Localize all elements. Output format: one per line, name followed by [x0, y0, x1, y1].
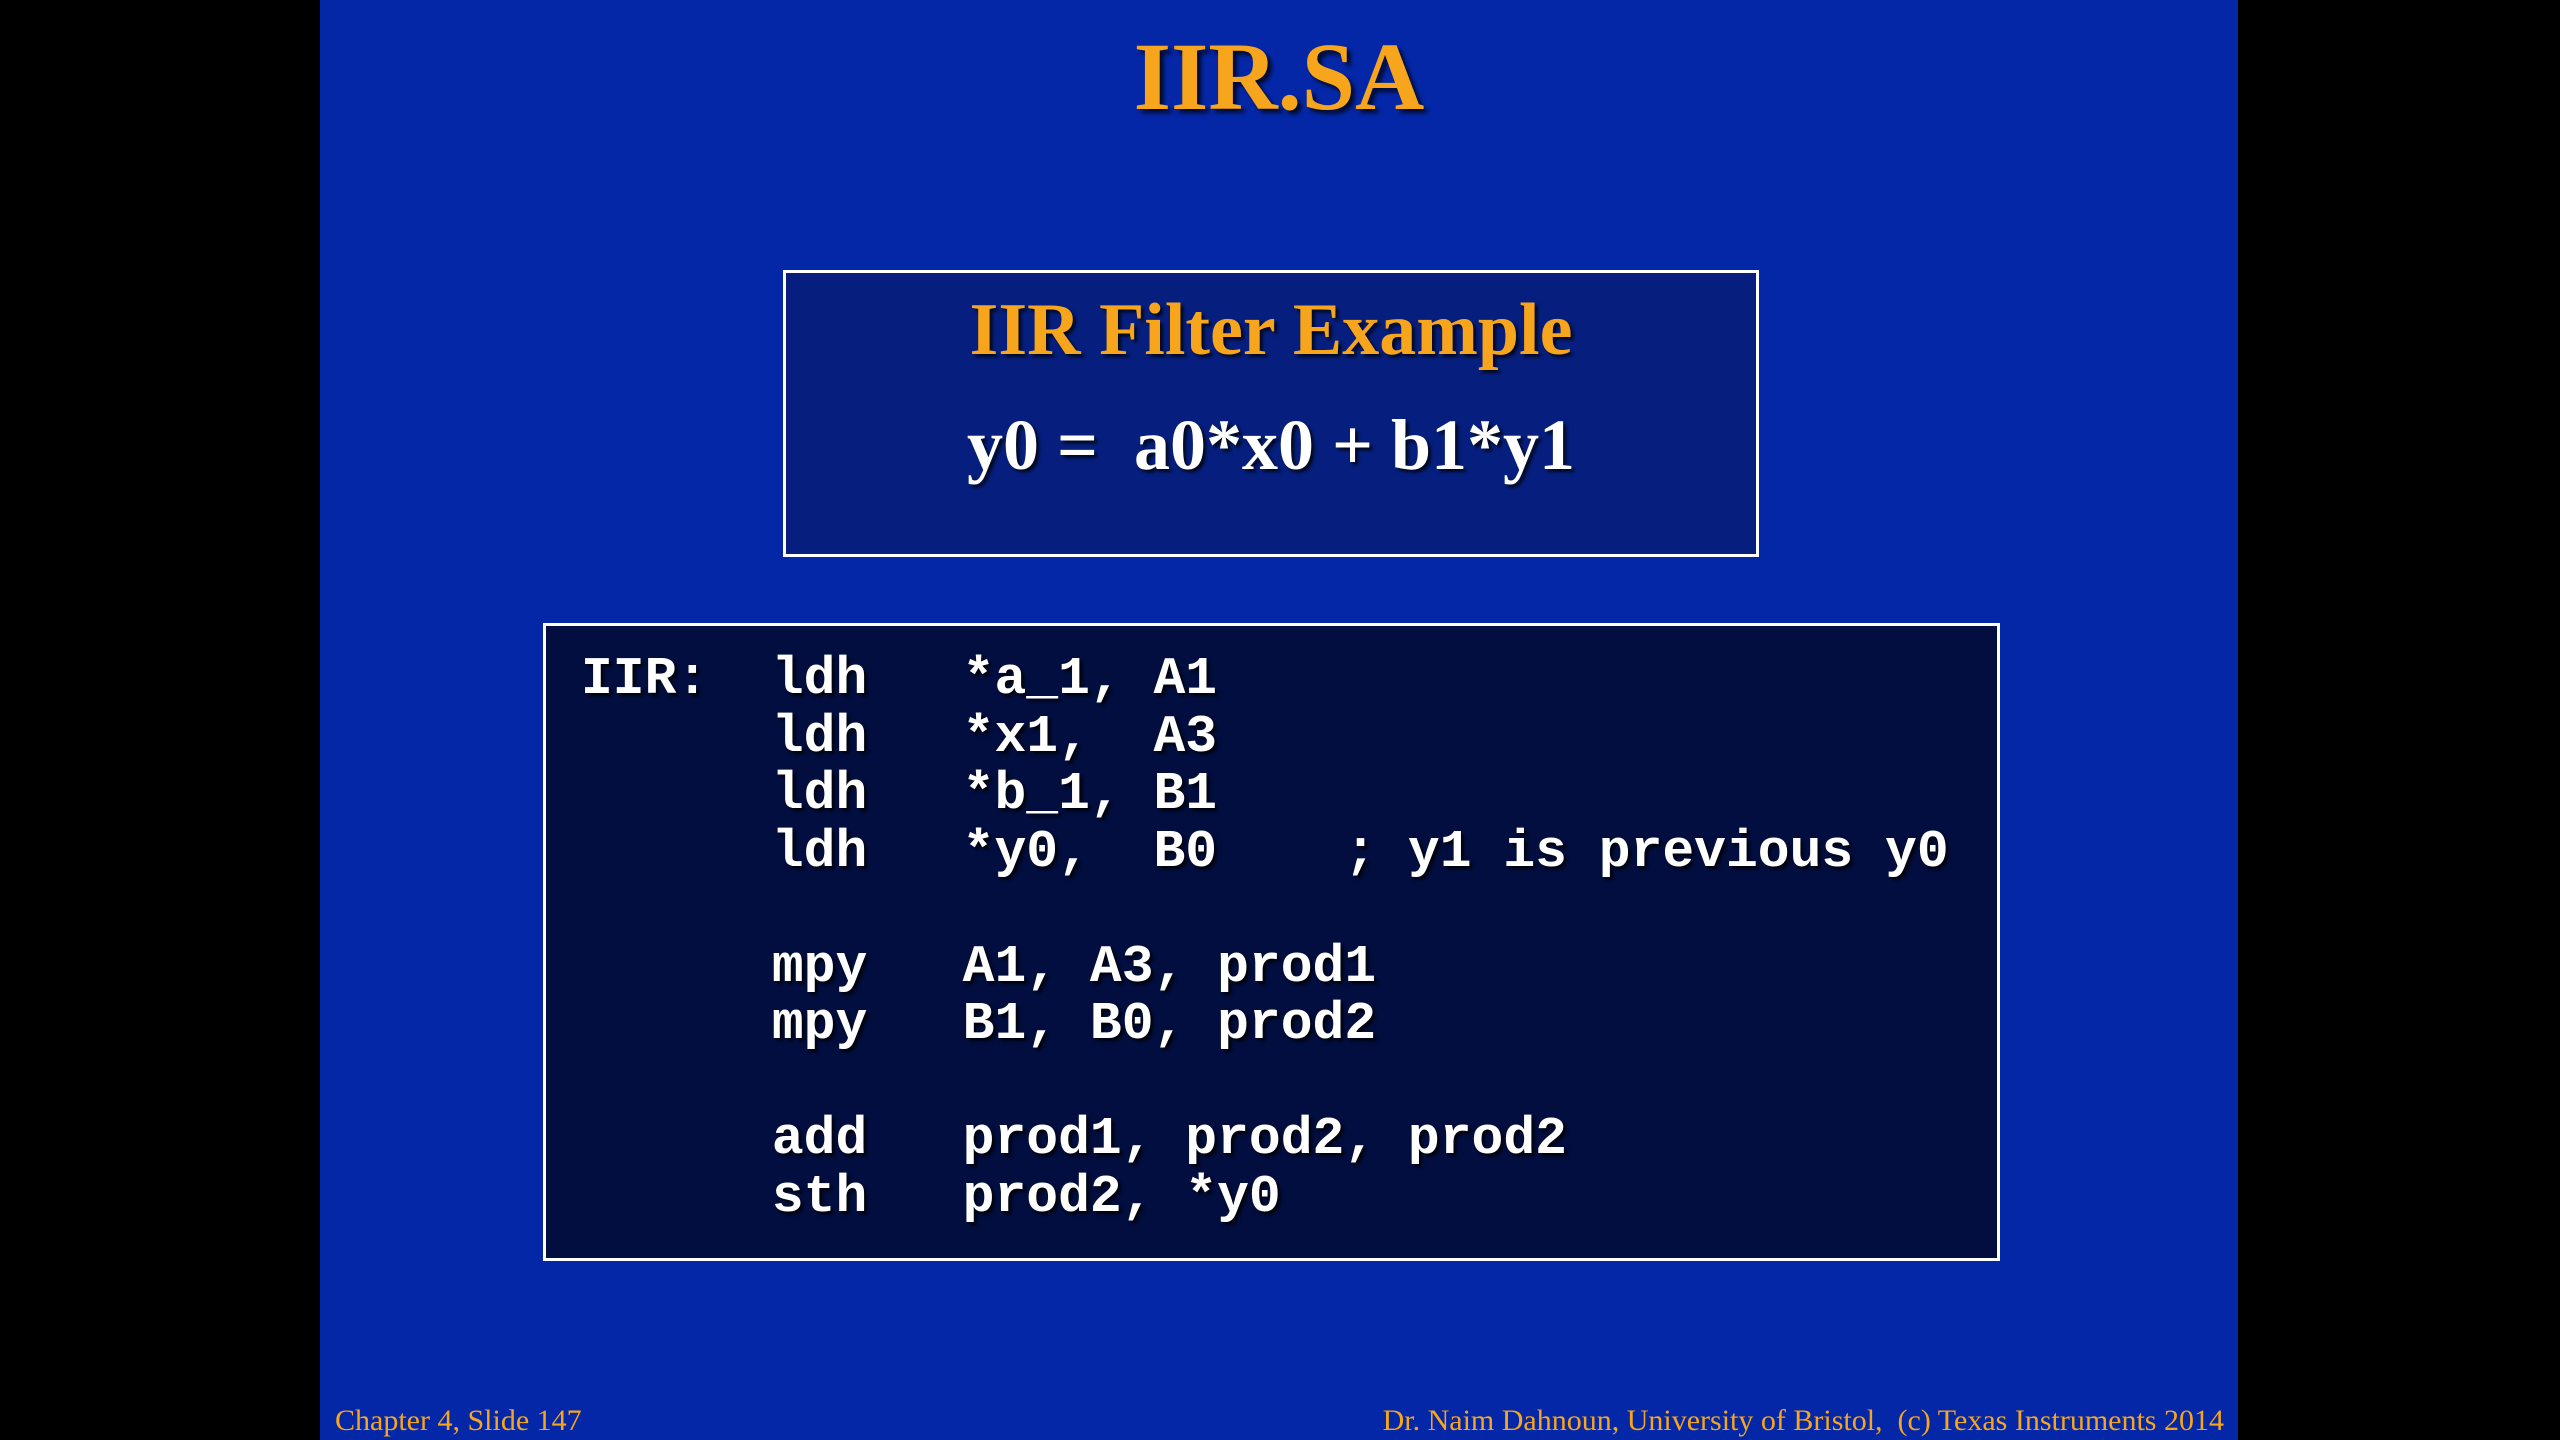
code-line: mpy B1, B0, prod2: [581, 994, 1377, 1054]
letterbox-left: [0, 0, 320, 1440]
footer-slide-number: Chapter 4, Slide 147: [335, 1404, 582, 1437]
slide-title: IIR.SA: [1133, 23, 1425, 130]
code-line: ldh *x1, A3: [581, 706, 1218, 767]
code-line: mpy A1, A3, prod1: [581, 936, 1377, 997]
example-equation: y0 = a0*x0 + b1*y1: [966, 405, 1576, 485]
code-line-blank: [581, 1054, 1949, 1112]
code-line: ldh *y0, B0 ; y1 is previous y0: [581, 821, 1949, 882]
code-line-blank: [581, 881, 1949, 939]
example-box: IIR Filter Example y0 = a0*x0 + b1*y1: [783, 270, 1759, 557]
code-listing: IIR: ldh *a_1, A1 ldh *x1, A3 ldh *b_1, …: [581, 649, 1949, 1227]
code-line: ldh *b_1, B1: [581, 764, 1218, 824]
code-line: add prod1, prod2, prod2: [581, 1109, 1567, 1169]
code-box: IIR: ldh *a_1, A1 ldh *x1, A3 ldh *b_1, …: [543, 623, 2000, 1261]
code-line: IIR: ldh *a_1, A1: [581, 649, 1218, 709]
example-heading: IIR Filter Example: [969, 289, 1573, 371]
letterbox-right: [2238, 0, 2560, 1440]
slide: IIR.SA IIR Filter Example y0 = a0*x0 + b…: [320, 0, 2238, 1440]
code-line: sth prod2, *y0: [581, 1166, 1281, 1227]
footer-credit: Dr. Naim Dahnoun, University of Bristol,…: [1382, 1404, 2224, 1437]
